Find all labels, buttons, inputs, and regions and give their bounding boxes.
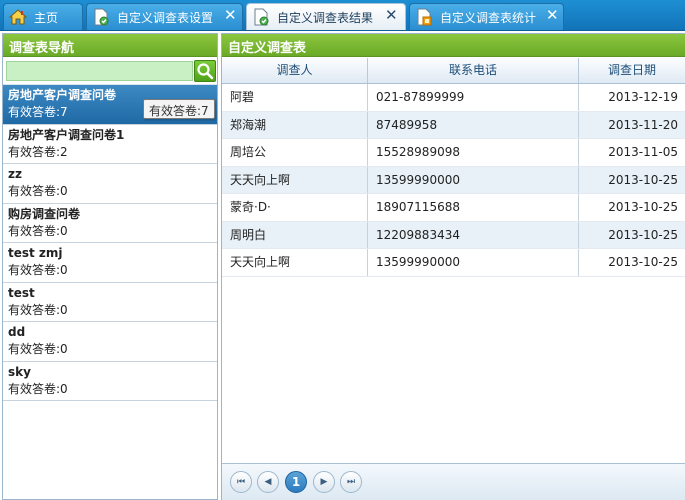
tab-survey-results[interactable]: 自定义调查表结果 ✕ <box>246 3 406 30</box>
survey-name: test <box>8 285 35 300</box>
cell-phone: 13599990000 <box>368 166 579 193</box>
tab-label: 自定义调查表设置 <box>117 11 214 25</box>
document-result-icon <box>254 8 269 26</box>
cell-investigator: 周明白 <box>222 221 368 248</box>
cell-investigator: 蒙奇·D· <box>222 194 368 221</box>
tab-home[interactable]: 主页 <box>3 3 83 30</box>
search-input[interactable] <box>6 61 193 81</box>
close-icon[interactable]: ✕ <box>224 6 237 24</box>
prev-page-button[interactable]: ◀ <box>257 471 279 493</box>
survey-name: 购房调查问卷 <box>8 206 81 221</box>
document-settings-icon <box>94 8 109 26</box>
table-row[interactable]: 周培公 15528989098 2013-11-05 <box>222 139 685 167</box>
results-panel: 自定义调查表 调查人 联系电话 调查日期 阿碧 021-87899999 201… <box>221 33 685 500</box>
cell-date: 2013-10-25 <box>608 227 678 242</box>
table-row[interactable]: 阿碧 021-87899999 2013-12-19 <box>222 84 685 112</box>
cell-investigator: 周培公 <box>222 139 368 166</box>
tab-label: 主页 <box>34 11 59 25</box>
page-number: 1 <box>291 475 301 489</box>
cell-phone: 12209883434 <box>368 221 579 248</box>
prev-page-icon: ◀ <box>264 477 272 487</box>
column-header-investigator[interactable]: 调查人 <box>222 58 368 83</box>
cell-phone: 021-87899999 <box>368 84 579 111</box>
table-row[interactable]: 天天向上啊 13599990000 2013-10-25 <box>222 249 685 277</box>
survey-name: test zmj <box>8 246 63 260</box>
search-icon <box>197 63 214 80</box>
cell-phone: 15528989098 <box>368 139 579 166</box>
survey-list-item[interactable]: sky 有效答卷:0 <box>3 361 217 401</box>
panel-title: 自定义调查表 <box>222 34 685 57</box>
tab-survey-settings[interactable]: 自定义调查表设置 ✕ <box>86 3 243 30</box>
cell-investigator: 天天向上啊 <box>222 166 368 193</box>
survey-list-item[interactable]: 购房调查问卷 有效答卷:0 <box>3 203 217 243</box>
survey-count: 有效答卷:0 <box>8 263 68 277</box>
search-button[interactable] <box>194 60 216 82</box>
cell-date: 2013-12-19 <box>608 90 678 104</box>
cell-date: 2013-10-25 <box>608 200 678 214</box>
survey-count: 有效答卷:0 <box>8 302 68 317</box>
survey-name: dd <box>8 325 26 339</box>
cell-date: 2013-10-25 <box>608 255 678 269</box>
tab-survey-stats[interactable]: 自定义调查表统计 ✕ <box>409 3 564 30</box>
survey-list-item[interactable]: dd 有效答卷:0 <box>3 322 217 362</box>
grid-body: 阿碧 021-87899999 2013-12-19 郑海潮 87489958 … <box>222 84 685 277</box>
next-page-icon: ▶ <box>320 477 328 487</box>
table-row[interactable]: 天天向上啊 13599990000 2013-10-25 <box>222 166 685 194</box>
survey-name: zz <box>8 167 22 181</box>
close-icon[interactable]: ✕ <box>385 6 398 24</box>
table-row[interactable]: 蒙奇·D· 18907115688 2013-10-25 <box>222 194 685 222</box>
survey-count: 有效答卷:0 <box>8 184 68 198</box>
tab-label: 自定义调查表统计 <box>440 11 537 25</box>
table-row[interactable]: 周明白 12209883434 2013-10-25 <box>222 221 685 249</box>
cell-investigator: 天天向上啊 <box>222 249 368 276</box>
table-row[interactable]: 郑海潮 87489958 2013-11-20 <box>222 111 685 139</box>
last-page-icon: ⏭ <box>346 477 356 487</box>
survey-list-item[interactable]: zz 有效答卷:0 <box>3 164 217 204</box>
home-icon <box>9 9 27 25</box>
grid-header: 调查人 联系电话 调查日期 <box>222 58 685 84</box>
first-page-icon: ⏮ <box>236 477 246 487</box>
cell-phone: 13599990000 <box>368 249 579 276</box>
survey-count: 有效答卷:0 <box>8 381 68 396</box>
cell-phone: 87489958 <box>368 111 579 138</box>
survey-list-item[interactable]: 房地产客户调查问卷1 有效答卷:2 <box>3 124 217 164</box>
first-page-button[interactable]: ⏮ <box>230 471 252 493</box>
cell-investigator: 阿碧 <box>222 84 368 111</box>
survey-count: 有效答卷:2 <box>8 144 68 159</box>
document-chart-icon <box>417 8 432 26</box>
search-row <box>3 57 217 85</box>
next-page-button[interactable]: ▶ <box>313 471 335 493</box>
cell-date: 2013-11-05 <box>608 145 678 159</box>
close-icon[interactable]: ✕ <box>546 6 559 24</box>
survey-list-item[interactable]: test 有效答卷:0 <box>3 282 217 322</box>
current-page-button[interactable]: 1 <box>285 471 307 493</box>
survey-count: 有效答卷:0 <box>8 223 68 238</box>
cell-date: 2013-11-20 <box>608 117 678 132</box>
panel-title: 调查表导航 <box>3 34 217 57</box>
column-header-date[interactable]: 调查日期 <box>579 58 685 83</box>
tooltip: 有效答卷:7 <box>143 99 215 119</box>
last-page-button[interactable]: ⏭ <box>340 471 362 493</box>
survey-count: 有效答卷:0 <box>8 342 68 356</box>
tab-bar: 主页 自定义调查表设置 ✕ 自定义调查表结果 ✕ 自定义调查表统计 ✕ <box>0 0 685 31</box>
survey-name: 房地产客户调查问卷1 <box>8 127 125 142</box>
cell-investigator: 郑海潮 <box>222 111 368 138</box>
pagination-bar: ⏮ ◀ 1 ▶ ⏭ <box>222 463 685 500</box>
cell-date: 2013-10-25 <box>608 172 678 187</box>
column-header-phone[interactable]: 联系电话 <box>368 58 579 83</box>
survey-list-item[interactable]: test zmj 有效答卷:0 <box>3 243 217 283</box>
tab-label: 自定义调查表结果 <box>277 11 374 25</box>
survey-name: sky <box>8 364 31 379</box>
cell-phone: 18907115688 <box>368 194 579 221</box>
